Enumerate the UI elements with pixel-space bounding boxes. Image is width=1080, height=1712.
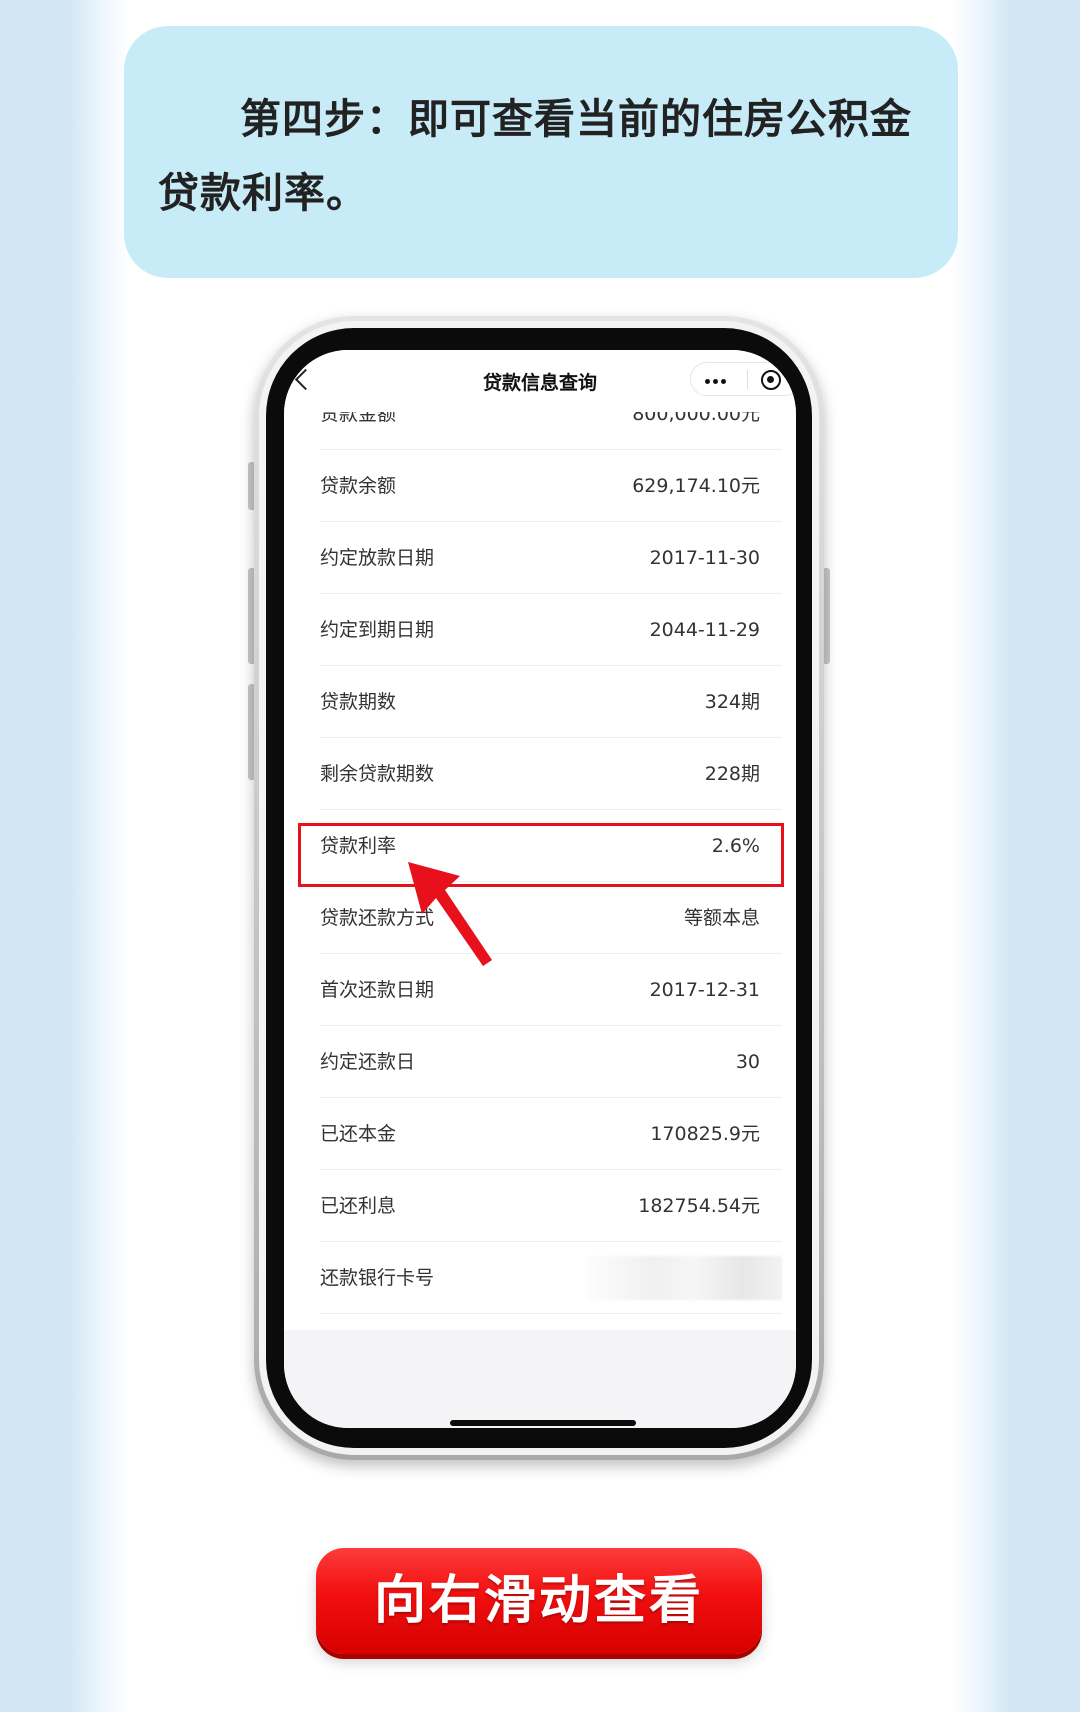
swipe-right-button[interactable]: 向右滑动查看 [316,1548,762,1654]
pointer-arrow-icon [408,862,492,966]
home-indicator [450,1420,636,1426]
